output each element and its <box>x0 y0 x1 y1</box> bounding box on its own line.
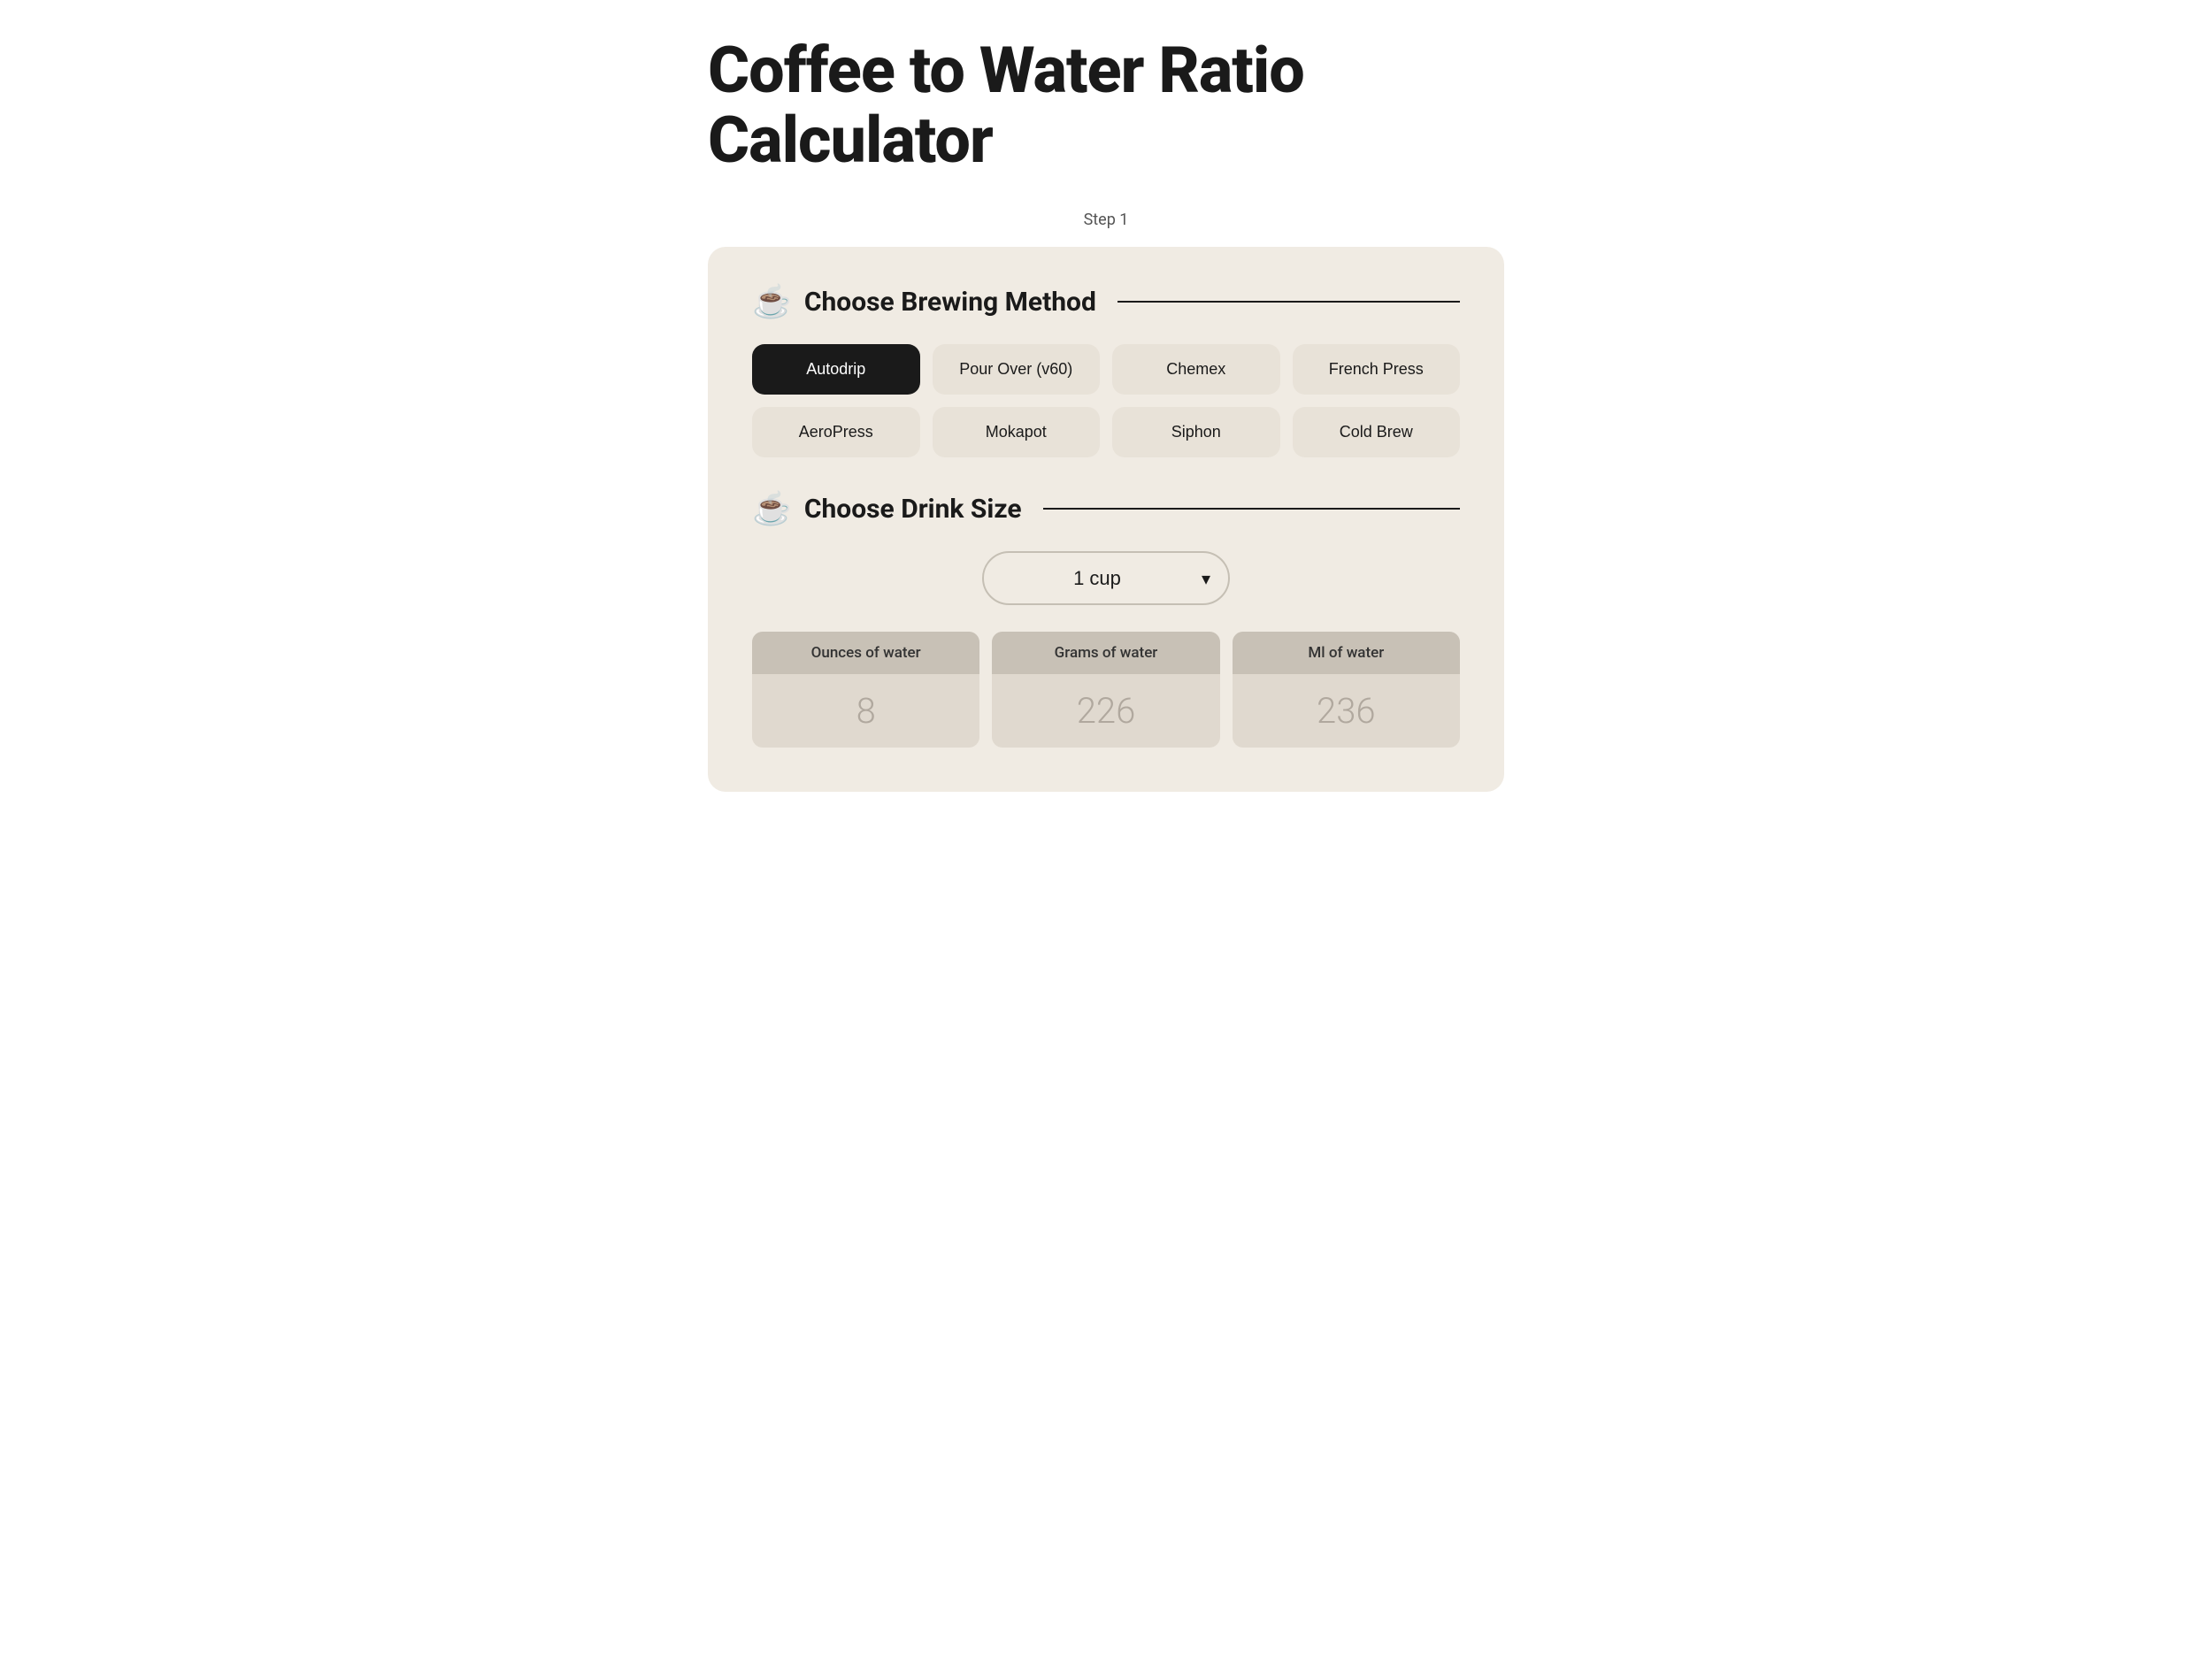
result-value-grams: 226 <box>992 674 1219 748</box>
brewing-method-title: Choose Brewing Method <box>804 287 1096 318</box>
main-card: ☕ Choose Brewing Method Autodrip Pour Ov… <box>708 247 1504 792</box>
result-card-grams: Grams of water 226 <box>992 632 1219 748</box>
drink-size-header: ☕ Choose Drink Size <box>752 493 1460 525</box>
coffee-cup-icon: ☕ <box>752 286 792 318</box>
brew-btn-siphon[interactable]: Siphon <box>1112 407 1280 457</box>
brew-btn-cold-brew[interactable]: Cold Brew <box>1293 407 1461 457</box>
brew-btn-french-press[interactable]: French Press <box>1293 344 1461 395</box>
brew-btn-mokapot[interactable]: Mokapot <box>933 407 1101 457</box>
drink-size-section: ☕ Choose Drink Size 1 cup 2 cups 3 cups … <box>752 493 1460 748</box>
select-wrapper: 1 cup 2 cups 3 cups 4 cups <box>982 551 1230 605</box>
result-label-grams: Grams of water <box>992 632 1219 674</box>
brew-btn-autodrip[interactable]: Autodrip <box>752 344 920 395</box>
dropdown-container: 1 cup 2 cups 3 cups 4 cups <box>752 551 1460 605</box>
brew-btn-aeropress[interactable]: AeroPress <box>752 407 920 457</box>
results-row: Ounces of water 8 Grams of water 226 Ml … <box>752 632 1460 748</box>
result-label-ml: Ml of water <box>1233 632 1460 674</box>
result-label-ounces: Ounces of water <box>752 632 979 674</box>
result-card-ounces: Ounces of water 8 <box>752 632 979 748</box>
coffee-cup-icon-2: ☕ <box>752 493 792 525</box>
result-card-ml: Ml of water 236 <box>1233 632 1460 748</box>
drink-size-line <box>1043 508 1460 510</box>
brewing-method-line <box>1118 301 1460 303</box>
page-title: Coffee to Water Ratio Calculator <box>708 35 1504 175</box>
result-value-ounces: 8 <box>752 674 979 748</box>
brewing-method-header: ☕ Choose Brewing Method <box>752 286 1460 318</box>
result-value-ml: 236 <box>1233 674 1460 748</box>
page-container: Coffee to Water Ratio Calculator Step 1 … <box>708 35 1504 792</box>
cup-size-select[interactable]: 1 cup 2 cups 3 cups 4 cups <box>982 551 1230 605</box>
brew-btn-chemex[interactable]: Chemex <box>1112 344 1280 395</box>
brew-buttons-grid: Autodrip Pour Over (v60) Chemex French P… <box>752 344 1460 457</box>
drink-size-title: Choose Drink Size <box>804 494 1022 525</box>
step-label: Step 1 <box>708 211 1504 229</box>
brew-btn-pour-over[interactable]: Pour Over (v60) <box>933 344 1101 395</box>
